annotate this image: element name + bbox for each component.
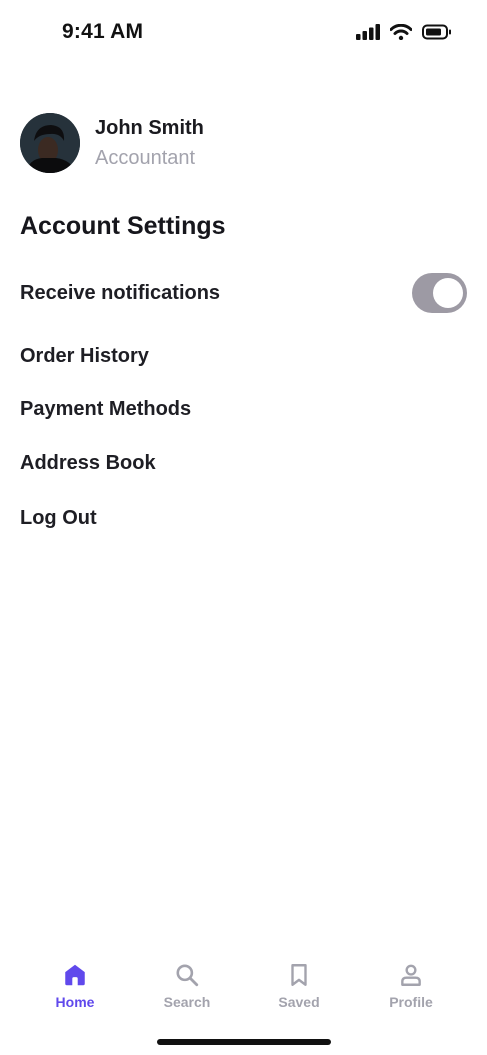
profile-text: John Smith Accountant <box>95 116 204 170</box>
notifications-toggle[interactable] <box>412 273 467 313</box>
menu-item-payment-methods[interactable]: Payment Methods <box>20 396 467 422</box>
menu-item-log-out[interactable]: Log Out <box>20 505 467 531</box>
profile-icon <box>401 964 421 986</box>
tab-home-label: Home <box>55 994 95 1010</box>
tab-search-label: Search <box>163 994 211 1010</box>
profile-role: Accountant <box>95 147 196 169</box>
section-title: Account Settings <box>20 212 226 240</box>
home-icon <box>65 964 85 986</box>
status-icons <box>356 24 452 40</box>
menu-item-address-book[interactable]: Address Book <box>20 450 467 476</box>
tab-home[interactable]: Home <box>19 962 131 1032</box>
avatar[interactable] <box>20 113 80 173</box>
notifications-label: Receive notifications <box>20 281 221 304</box>
search-icon <box>176 964 199 987</box>
notifications-row: Receive notifications <box>20 273 467 313</box>
wifi-icon <box>390 24 412 40</box>
menu-item-order-history[interactable]: Order History <box>20 343 467 369</box>
tab-search[interactable]: Search <box>131 962 243 1032</box>
tab-bar: Home Search Saved Profile <box>0 962 487 1032</box>
menu-item-label: Address Book <box>20 451 156 474</box>
profile-name: John Smith <box>95 117 204 139</box>
profile-header: John Smith Accountant <box>20 113 204 173</box>
tab-saved[interactable]: Saved <box>243 962 355 1032</box>
bookmark-icon <box>291 964 307 986</box>
tab-saved-label: Saved <box>278 994 320 1010</box>
signal-icon <box>356 24 380 40</box>
status-time: 9:41 AM <box>62 20 144 43</box>
tab-profile[interactable]: Profile <box>355 962 467 1032</box>
status-bar: 9:41 AM <box>0 0 487 66</box>
home-indicator[interactable] <box>157 1039 331 1045</box>
menu-item-label: Log Out <box>20 506 97 529</box>
battery-icon <box>422 24 451 40</box>
toggle-knob <box>433 278 463 308</box>
screen: 9:41 AM John Smith Accountant Account Se… <box>0 0 487 1055</box>
tab-profile-label: Profile <box>389 994 433 1010</box>
menu-item-label: Order History <box>20 344 149 367</box>
menu-item-label: Payment Methods <box>20 397 192 420</box>
